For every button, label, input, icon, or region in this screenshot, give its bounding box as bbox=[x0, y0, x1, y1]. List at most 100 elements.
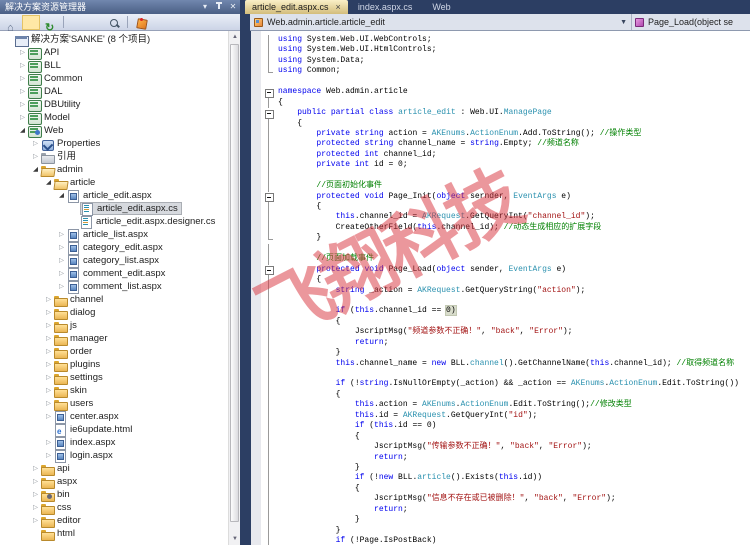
tree-item-body[interactable]: comment_edit.aspx bbox=[67, 267, 165, 281]
tree-item[interactable]: ▷ aspx bbox=[0, 475, 240, 489]
tree-item[interactable]: ▷ category_edit.aspx bbox=[0, 241, 240, 255]
member-dropdown[interactable]: Page_Load(object se bbox=[632, 14, 750, 30]
show-all-files-button[interactable] bbox=[22, 14, 40, 30]
home-button[interactable] bbox=[3, 15, 21, 30]
expander-icon[interactable]: ▷ bbox=[43, 306, 54, 319]
tree-item[interactable]: ◢ Web bbox=[0, 124, 240, 138]
expander-icon[interactable]: ▷ bbox=[43, 319, 54, 332]
tree-item[interactable]: ▷ comment_list.aspx bbox=[0, 280, 240, 294]
tree-item[interactable]: article_edit.aspx.designer.cs bbox=[0, 215, 240, 229]
tree-item-body[interactable]: users bbox=[54, 397, 93, 411]
tree-item[interactable]: ◢ article bbox=[0, 176, 240, 189]
expander-icon[interactable]: ▷ bbox=[30, 501, 41, 514]
tree-item-body[interactable]: bin bbox=[41, 488, 70, 502]
tree-item[interactable]: ▷ article_list.aspx bbox=[0, 228, 240, 242]
fold-collapse-icon[interactable] bbox=[261, 265, 278, 276]
tree-item-body[interactable]: manager bbox=[54, 332, 108, 346]
tree-item[interactable]: ▷ order bbox=[0, 345, 240, 359]
tree-item-body[interactable]: article_list.aspx bbox=[67, 228, 148, 242]
expander-icon[interactable]: ▷ bbox=[56, 254, 67, 267]
expander-icon[interactable]: ▷ bbox=[17, 72, 28, 85]
tree-item-body[interactable]: index.aspx bbox=[54, 436, 115, 450]
expander-icon[interactable]: ▷ bbox=[43, 449, 54, 462]
tree-item[interactable]: ▷ index.aspx bbox=[0, 436, 240, 450]
pane-splitter[interactable] bbox=[240, 0, 250, 545]
tree-item[interactable]: ie6update.html bbox=[0, 423, 240, 438]
tree-item[interactable]: ▷ api bbox=[0, 462, 240, 476]
tree-item-body[interactable]: comment_list.aspx bbox=[67, 280, 162, 294]
tree-item[interactable]: ▷ js bbox=[0, 319, 240, 333]
tree-item[interactable]: ▷ users bbox=[0, 397, 240, 411]
tree-item[interactable]: ▷ login.aspx bbox=[0, 449, 240, 463]
tree-item-body[interactable]: html bbox=[41, 527, 75, 541]
tree-item-body[interactable]: Properties bbox=[41, 137, 100, 151]
scroll-thumb[interactable] bbox=[230, 44, 239, 522]
tree-item-body[interactable]: order bbox=[54, 345, 92, 359]
expander-icon[interactable]: ▷ bbox=[56, 241, 67, 254]
tree-item[interactable]: ▷ bin bbox=[0, 488, 240, 502]
expander-icon[interactable]: ▷ bbox=[17, 59, 28, 72]
expander-icon[interactable]: ▷ bbox=[17, 46, 28, 59]
tree-item[interactable]: ▷ 引用 bbox=[0, 150, 240, 164]
expander-icon[interactable]: ▷ bbox=[30, 150, 41, 163]
fold-collapse-icon[interactable] bbox=[261, 108, 278, 120]
expander-icon[interactable]: ▷ bbox=[43, 371, 54, 384]
expander-icon[interactable]: ▷ bbox=[56, 228, 67, 241]
tree-item-body[interactable]: admin bbox=[41, 163, 83, 176]
tree-item-body[interactable]: ie6update.html bbox=[54, 423, 132, 438]
expander-icon[interactable]: ▷ bbox=[43, 436, 54, 449]
fold-collapse-icon[interactable] bbox=[261, 87, 278, 99]
view-designer-button[interactable] bbox=[86, 15, 104, 30]
tree-item-body[interactable]: api bbox=[41, 462, 70, 476]
tree-item-body[interactable]: plugins bbox=[54, 358, 100, 372]
search-button[interactable] bbox=[105, 15, 123, 30]
tab-Web[interactable]: Web bbox=[422, 0, 460, 14]
expander-icon[interactable]: ▷ bbox=[43, 293, 54, 306]
expander-icon[interactable]: ▷ bbox=[30, 462, 41, 475]
tree-item[interactable]: 解决方案'SANKE' (8 个项目) bbox=[0, 33, 240, 47]
expander-icon[interactable]: ▷ bbox=[43, 358, 54, 371]
tree-item[interactable]: ▷ plugins bbox=[0, 358, 240, 372]
tree-item[interactable]: ▷ Common bbox=[0, 72, 240, 86]
tree-item-body[interactable]: Model bbox=[28, 111, 70, 125]
tab-article_edit.aspx.cs[interactable]: article_edit.aspx.cs × bbox=[245, 0, 348, 14]
tree-item-selected[interactable]: article_edit.aspx.cs bbox=[80, 202, 182, 216]
refresh-button[interactable] bbox=[41, 15, 59, 30]
tree-item[interactable]: ▷ comment_edit.aspx bbox=[0, 267, 240, 281]
expander-icon[interactable]: ▷ bbox=[56, 280, 67, 293]
tree-item[interactable]: ▷ DAL bbox=[0, 85, 240, 99]
expander-icon[interactable]: ▷ bbox=[17, 85, 28, 98]
tree-item-body[interactable]: dialog bbox=[54, 306, 95, 320]
expander-icon[interactable]: ▷ bbox=[17, 98, 28, 111]
tree-item-body[interactable]: login.aspx bbox=[54, 449, 113, 463]
package-button[interactable] bbox=[131, 15, 149, 30]
tree-item-body[interactable]: category_edit.aspx bbox=[67, 241, 163, 255]
expander-icon[interactable]: ◢ bbox=[43, 176, 54, 189]
expander-icon[interactable]: ▷ bbox=[30, 475, 41, 488]
expander-icon[interactable]: ▷ bbox=[43, 397, 54, 410]
tree-item-body[interactable]: editor bbox=[41, 514, 81, 528]
view-code-button[interactable] bbox=[67, 15, 85, 30]
tree-item-body[interactable]: center.aspx bbox=[54, 410, 119, 424]
expander-icon[interactable]: ◢ bbox=[17, 124, 28, 137]
fold-collapse-icon[interactable] bbox=[261, 192, 278, 203]
tree-item[interactable]: ◢ article_edit.aspx bbox=[0, 189, 240, 203]
tree-item-body[interactable]: category_list.aspx bbox=[67, 254, 159, 268]
code-editor[interactable]: 飞翔科技 using System.Web.UI.WebControls; usi… bbox=[250, 31, 750, 545]
tree-item-body[interactable]: settings bbox=[54, 371, 103, 385]
close-icon[interactable]: ✕ bbox=[226, 1, 240, 13]
tab-close-icon[interactable]: × bbox=[336, 0, 341, 14]
tree-item[interactable]: ▷ skin bbox=[0, 384, 240, 398]
tree-item[interactable]: ▷ settings bbox=[0, 371, 240, 385]
tree-item-body[interactable]: Web bbox=[28, 124, 63, 138]
expander-icon[interactable]: ▷ bbox=[30, 514, 41, 527]
tab-index.aspx.cs[interactable]: index.aspx.cs bbox=[348, 0, 423, 14]
tree-item-body[interactable]: Common bbox=[28, 72, 83, 86]
type-dropdown[interactable]: Web.admin.article.article_edit ▼ bbox=[250, 14, 632, 30]
tree-item-body[interactable]: 解决方案'SANKE' (8 个项目) bbox=[15, 33, 150, 47]
tree-item[interactable]: ▷ category_list.aspx bbox=[0, 254, 240, 268]
tree-item[interactable]: ▷ css bbox=[0, 501, 240, 515]
tree-item-body[interactable]: BLL bbox=[28, 59, 61, 73]
tree-item-body[interactable]: skin bbox=[54, 384, 87, 398]
expander-icon[interactable]: ▷ bbox=[17, 111, 28, 124]
